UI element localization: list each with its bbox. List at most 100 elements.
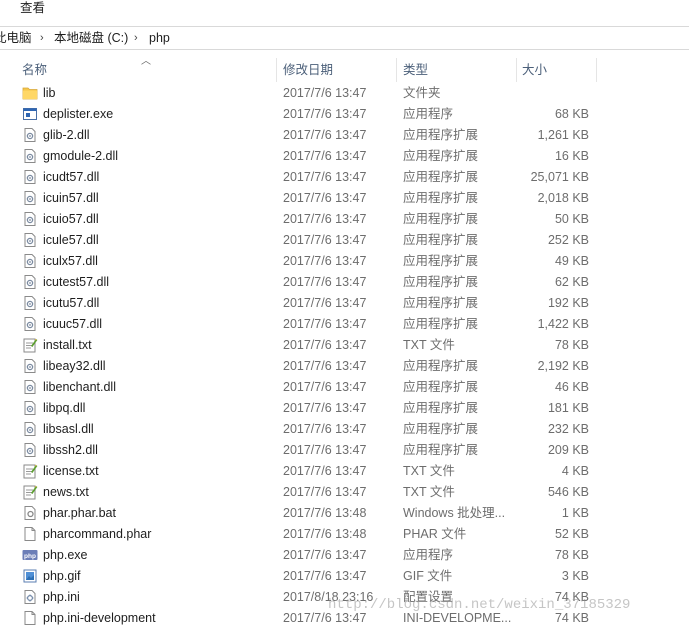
file-row[interactable]: icutu57.dll 2017/7/6 13:47 应用程序扩展 192 KB <box>0 293 689 314</box>
file-row[interactable]: php php.exe 2017/7/6 13:47 应用程序 78 KB <box>0 545 689 566</box>
file-type: 应用程序扩展 <box>403 359 479 373</box>
file-row[interactable]: iculx57.dll 2017/7/6 13:47 应用程序扩展 49 KB <box>0 251 689 272</box>
file-size: 68 KB <box>554 107 589 121</box>
file-size: 546 KB <box>547 485 589 499</box>
file-name: php.ini <box>43 590 80 604</box>
file-row[interactable]: libenchant.dll 2017/7/6 13:47 应用程序扩展 46 KB <box>0 377 689 398</box>
dll-icon <box>22 148 38 164</box>
file-row[interactable]: pharcommand.phar 2017/7/6 13:48 PHAR 文件 52 … <box>0 524 689 545</box>
file-type: 应用程序扩展 <box>403 170 479 184</box>
file-row[interactable]: icuin57.dll 2017/7/6 13:47 应用程序扩展 2,018 KB <box>0 188 689 209</box>
chevron-right-icon[interactable]: › <box>40 27 44 49</box>
dll-icon <box>22 232 38 248</box>
dll-icon <box>22 295 38 311</box>
column-header-size[interactable]: 大小 <box>522 56 547 84</box>
file-row[interactable]: phar.phar.bat 2017/7/6 13:48 Windows 批处理..… <box>0 503 689 524</box>
file-row[interactable]: news.txt 2017/7/6 13:47 TXT 文件 546 KB <box>0 482 689 503</box>
file-type: 应用程序扩展 <box>403 275 479 289</box>
file-modified-date: 2017/7/6 13:47 <box>283 233 367 247</box>
breadcrumb-php[interactable]: php <box>149 27 170 49</box>
file-type: 应用程序扩展 <box>403 380 479 394</box>
file-name: phar.phar.bat <box>43 506 116 520</box>
file-size: 1 KB <box>561 506 589 520</box>
file-type: 应用程序扩展 <box>403 191 479 205</box>
file-name: libpq.dll <box>43 401 86 415</box>
file-name: libsasl.dll <box>43 422 94 436</box>
file-row[interactable]: libeay32.dll 2017/7/6 13:47 应用程序扩展 2,192 KB <box>0 356 689 377</box>
breadcrumb-this-pc[interactable]: 此电脑 <box>0 27 32 49</box>
php-exe-icon: php <box>22 547 38 563</box>
file-size: 232 KB <box>547 422 589 436</box>
file-name: install.txt <box>43 338 92 352</box>
file-row[interactable]: icuio57.dll 2017/7/6 13:47 应用程序扩展 50 KB <box>0 209 689 230</box>
folder-icon <box>22 85 38 101</box>
file-row[interactable]: deplister.exe 2017/7/6 13:47 应用程序 68 KB <box>0 104 689 125</box>
file-type: TXT 文件 <box>403 485 455 499</box>
file-modified-date: 2017/7/6 13:47 <box>283 149 367 163</box>
file-row[interactable]: libpq.dll 2017/7/6 13:47 应用程序扩展 181 KB <box>0 398 689 419</box>
column-divider[interactable] <box>276 58 277 82</box>
file-row[interactable]: php.gif 2017/7/6 13:47 GIF 文件 3 KB <box>0 566 689 587</box>
file-modified-date: 2017/7/6 13:47 <box>283 338 367 352</box>
file-modified-date: 2017/7/6 13:47 <box>283 191 367 205</box>
file-modified-date: 2017/7/6 13:47 <box>283 128 367 142</box>
file-name: php.ini-development <box>43 611 156 625</box>
file-row[interactable]: gmodule-2.dll 2017/7/6 13:47 应用程序扩展 16 KB <box>0 146 689 167</box>
file-name: php.gif <box>43 569 81 583</box>
file-name: icuin57.dll <box>43 191 99 205</box>
column-header-date[interactable]: 修改日期 <box>283 56 333 84</box>
file-row[interactable]: icuuc57.dll 2017/7/6 13:47 应用程序扩展 1,422 KB <box>0 314 689 335</box>
file-size: 2,018 KB <box>537 191 589 205</box>
address-bar[interactable]: 此电脑 › 本地磁盘 (C:) › php <box>0 26 689 50</box>
column-headers: 名称 修改日期 类型 大小 <box>0 56 689 84</box>
view-tab[interactable]: 查看 <box>20 0 45 18</box>
file-type: 应用程序扩展 <box>403 317 479 331</box>
file-modified-date: 2017/7/6 13:47 <box>283 359 367 373</box>
column-divider[interactable] <box>596 58 597 82</box>
file-type: 应用程序扩展 <box>403 296 479 310</box>
file-type: GIF 文件 <box>403 569 453 583</box>
file-modified-date: 2017/7/6 13:47 <box>283 86 367 100</box>
file-name: gmodule-2.dll <box>43 149 119 163</box>
file-type: 应用程序扩展 <box>403 401 479 415</box>
file-name: license.txt <box>43 464 99 478</box>
svg-text:php: php <box>24 553 36 560</box>
file-name: iculx57.dll <box>43 254 98 268</box>
file-name: icuio57.dll <box>43 212 99 226</box>
file-row[interactable]: install.txt 2017/7/6 13:47 TXT 文件 78 KB <box>0 335 689 356</box>
txt-icon <box>22 337 38 353</box>
column-header-type[interactable]: 类型 <box>403 56 428 84</box>
file-modified-date: 2017/7/6 13:47 <box>283 380 367 394</box>
file-name: glib-2.dll <box>43 128 90 142</box>
file-type: 应用程序扩展 <box>403 212 479 226</box>
file-modified-date: 2017/7/6 13:47 <box>283 485 367 499</box>
blank-file-icon <box>22 610 38 626</box>
file-row[interactable]: libssh2.dll 2017/7/6 13:47 应用程序扩展 209 KB <box>0 440 689 461</box>
file-row[interactable]: lib 2017/7/6 13:47 文件夹 <box>0 83 689 104</box>
breadcrumb-local-disk[interactable]: 本地磁盘 (C:) <box>54 27 128 49</box>
file-row[interactable]: icudt57.dll 2017/7/6 13:47 应用程序扩展 25,071 KB <box>0 167 689 188</box>
file-row[interactable]: icule57.dll 2017/7/6 13:47 应用程序扩展 252 KB <box>0 230 689 251</box>
file-row[interactable]: license.txt 2017/7/6 13:47 TXT 文件 4 KB <box>0 461 689 482</box>
file-name: libssh2.dll <box>43 443 98 457</box>
dll-icon <box>22 358 38 374</box>
column-header-name[interactable]: 名称 <box>22 56 47 84</box>
file-row[interactable]: icutest57.dll 2017/7/6 13:47 应用程序扩展 62 KB <box>0 272 689 293</box>
file-type: TXT 文件 <box>403 338 455 352</box>
file-size: 1,261 KB <box>537 128 589 142</box>
dll-icon <box>22 169 38 185</box>
dll-icon <box>22 211 38 227</box>
column-divider[interactable] <box>516 58 517 82</box>
file-row[interactable]: libsasl.dll 2017/7/6 13:47 应用程序扩展 232 KB <box>0 419 689 440</box>
file-name: icutu57.dll <box>43 296 100 310</box>
column-divider[interactable] <box>396 58 397 82</box>
chevron-right-icon[interactable]: › <box>134 27 138 49</box>
txt-icon <box>22 463 38 479</box>
file-type: 应用程序 <box>403 107 454 121</box>
file-size: 252 KB <box>547 233 589 247</box>
file-type: PHAR 文件 <box>403 527 467 541</box>
dll-icon <box>22 190 38 206</box>
file-size: 49 KB <box>554 254 589 268</box>
file-row[interactable]: glib-2.dll 2017/7/6 13:47 应用程序扩展 1,261 KB <box>0 125 689 146</box>
file-size: 50 KB <box>554 212 589 226</box>
